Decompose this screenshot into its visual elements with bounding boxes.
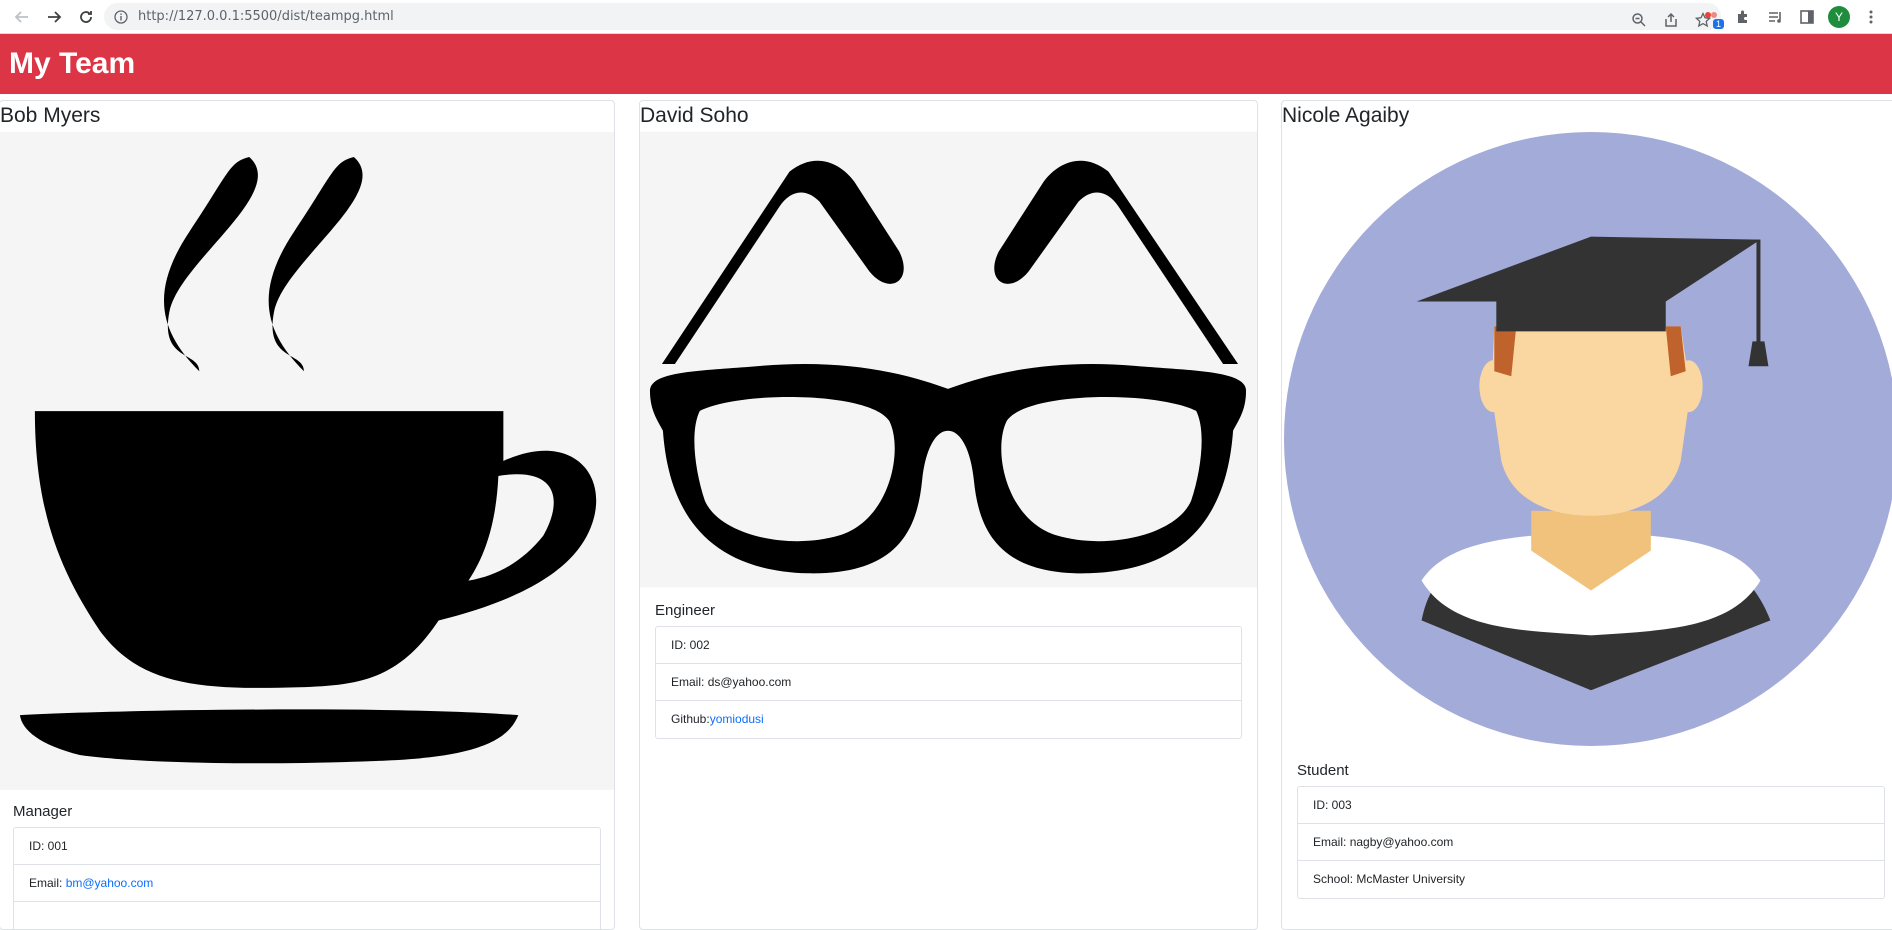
info-list: ID: 001 Email: bm@yahoo.com bbox=[13, 827, 601, 929]
school-label: School: bbox=[1313, 872, 1357, 886]
school-row: School: McMaster University bbox=[1298, 861, 1884, 898]
info-list: ID: 002 Email: ds@yahoo.com Github:yomio… bbox=[655, 626, 1242, 739]
share-icon[interactable] bbox=[1659, 8, 1683, 32]
zoom-icon[interactable] bbox=[1627, 8, 1651, 32]
side-panel-icon[interactable] bbox=[1794, 4, 1820, 30]
url-text[interactable]: http://127.0.0.1:5500/dist/teampg.html bbox=[138, 9, 394, 24]
email-value: nagby@yahoo.com bbox=[1349, 835, 1454, 849]
id-value: 003 bbox=[1331, 798, 1352, 812]
avatar: Y bbox=[1828, 6, 1850, 28]
id-label: ID: bbox=[1313, 798, 1332, 812]
school-value: McMaster University bbox=[1356, 872, 1466, 886]
profile-button[interactable]: Y bbox=[1826, 4, 1852, 30]
email-value: ds@yahoo.com bbox=[707, 675, 792, 689]
extension-count-badge: 1 bbox=[1712, 19, 1724, 29]
glasses-icon bbox=[640, 131, 1257, 588]
id-label: ID: bbox=[671, 638, 690, 652]
employee-name: David Soho bbox=[640, 104, 749, 127]
id-row: ID: 003 bbox=[1298, 787, 1884, 824]
browser-toolbar: http://127.0.0.1:5500/dist/teampg.html 1 bbox=[0, 0, 1892, 34]
email-row: Email: bm@yahoo.com bbox=[14, 865, 600, 902]
employee-card-student: Nicole Agaiby Student ID: 003 Email: nag… bbox=[1281, 100, 1892, 930]
employee-role: Student bbox=[1297, 762, 1349, 779]
email-link[interactable]: bm@yahoo.com bbox=[66, 876, 154, 890]
coffee-cup-icon bbox=[0, 132, 614, 790]
media-queue-icon[interactable] bbox=[1762, 4, 1788, 30]
page-header: My Team bbox=[0, 34, 1892, 94]
reload-icon bbox=[80, 10, 92, 23]
email-label: Email: bbox=[671, 675, 708, 689]
employee-role: Manager bbox=[13, 803, 73, 820]
email-row: Email: ds@yahoo.com bbox=[656, 664, 1241, 701]
forward-button[interactable] bbox=[40, 3, 68, 31]
info-icon[interactable] bbox=[114, 9, 128, 24]
id-value: 001 bbox=[47, 839, 68, 853]
arrow-left-icon bbox=[14, 10, 28, 23]
card-body: Student ID: 003 Email: nagby@yahoo.com S… bbox=[1282, 748, 1892, 913]
page-title: My Team bbox=[9, 47, 136, 80]
puzzle-extensions-icon[interactable] bbox=[1730, 4, 1756, 30]
employee-card-engineer: David Soho Engineer ID: 002 Email: ds@ya… bbox=[639, 100, 1258, 930]
github-row: Github:yomiodusi bbox=[656, 701, 1241, 738]
card-body: Manager ID: 001 Email: bm@yahoo.com bbox=[0, 791, 614, 929]
info-list: ID: 003 Email: nagby@yahoo.com School: M… bbox=[1297, 786, 1885, 899]
back-button[interactable] bbox=[8, 3, 36, 31]
menu-dots-icon[interactable] bbox=[1858, 4, 1884, 30]
extra-row bbox=[14, 902, 600, 929]
email-label: Email: bbox=[29, 876, 66, 890]
email-row: Email: nagby@yahoo.com bbox=[1298, 824, 1884, 861]
id-value: 002 bbox=[689, 638, 710, 652]
employee-name: Nicole Agaiby bbox=[1282, 104, 1410, 127]
address-bar[interactable]: http://127.0.0.1:5500/dist/teampg.html bbox=[104, 3, 1721, 30]
employee-role: Engineer bbox=[655, 602, 716, 619]
github-label: Github: bbox=[671, 712, 710, 726]
card-body: Engineer ID: 002 Email: ds@yahoo.com Git… bbox=[640, 588, 1257, 753]
employee-name: Bob Myers bbox=[0, 104, 101, 127]
email-label: Email: bbox=[1313, 835, 1350, 849]
id-row: ID: 001 bbox=[14, 828, 600, 865]
github-link[interactable]: yomiodusi bbox=[710, 712, 764, 726]
arrow-right-icon bbox=[48, 10, 62, 23]
reload-button[interactable] bbox=[72, 3, 100, 31]
id-label: ID: bbox=[29, 839, 48, 853]
extension-badge-icon[interactable]: 1 bbox=[1698, 4, 1724, 30]
id-row: ID: 002 bbox=[656, 627, 1241, 664]
employee-card-manager: Bob Myers Manager ID: 001 Email: bm@yaho… bbox=[0, 100, 615, 930]
graduate-icon bbox=[1282, 131, 1892, 748]
